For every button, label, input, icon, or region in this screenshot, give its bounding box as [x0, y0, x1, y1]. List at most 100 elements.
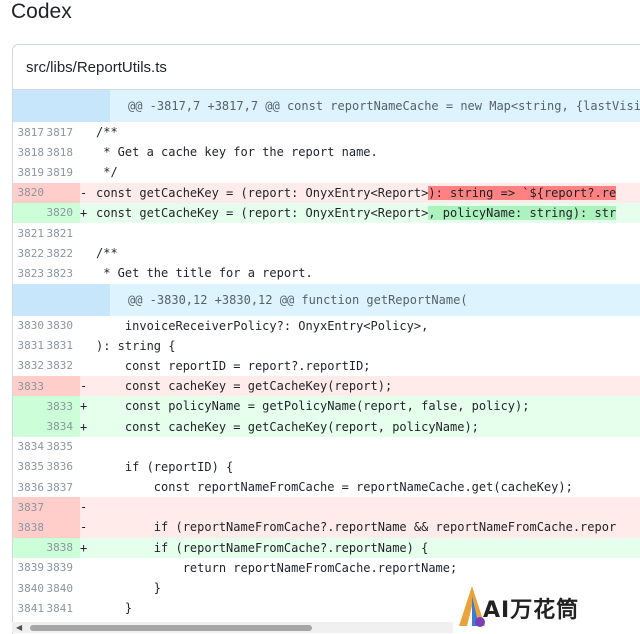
- code-text: if (reportNameFromCache?.reportName) {: [96, 540, 429, 555]
- diff-panel: src/libs/ReportUtils.ts @@ -3817,7 +3817…: [12, 44, 640, 634]
- old-line-number: 3820: [17, 186, 45, 200]
- line-number-gutter: 3838: [13, 517, 80, 538]
- old-line-number: 3817: [17, 125, 45, 139]
- line-number-gutter: 3840 3840: [13, 577, 80, 599]
- new-line-number: 3818: [46, 145, 74, 159]
- diff-sign: -: [80, 500, 88, 515]
- context-line-row[interactable]: 3836 3837 const reportNameFromCache = rep…: [13, 477, 640, 498]
- watermark-logo: AI万花筒: [453, 580, 640, 633]
- code-text: const reportID = report?.reportID;: [96, 358, 371, 373]
- new-line-number: 3817: [46, 125, 74, 139]
- code-text: const getCacheKey = (report: OnyxEntry<R…: [96, 185, 429, 200]
- deleted-line-row[interactable]: 3838 - if (reportNameFromCache?.reportNam…: [13, 517, 640, 538]
- added-line-row[interactable]: 3838 + if (reportNameFromCache?.reportNam…: [13, 537, 640, 558]
- line-number-gutter: 3821 3821: [13, 222, 80, 244]
- old-line-number: 3821: [17, 226, 45, 240]
- hunk-header-text: @@ -3817,7 +3817,7 @@ const reportNameCa…: [128, 99, 640, 113]
- changed-segment: ): string => `${report?.re: [428, 185, 617, 200]
- new-line-number: 3820: [46, 206, 74, 220]
- code-text: invoiceReceiverPolicy?: OnyxEntry<Policy…: [96, 318, 429, 333]
- line-number-gutter: 3841 3841: [13, 598, 80, 619]
- deleted-line-row[interactable]: 3837 -: [13, 497, 640, 518]
- scroll-left-arrow-icon[interactable]: ◀: [16, 623, 22, 632]
- old-line-number: 3819: [17, 165, 45, 179]
- new-line-number: 3830: [46, 319, 74, 333]
- line-number-gutter: 3819 3819: [13, 162, 80, 183]
- diff-sign: +: [80, 399, 88, 414]
- new-line-number: 3834: [46, 420, 74, 434]
- code-text: const reportNameFromCache = reportNameCa…: [96, 480, 573, 495]
- old-line-number: 3834: [17, 440, 45, 454]
- context-line-row[interactable]: 3823 3823 * Get the title for a report.: [13, 263, 640, 284]
- code-text: return reportNameFromCache.reportName;: [96, 560, 458, 575]
- watermark-text: AI万花筒: [483, 598, 580, 623]
- context-line-row[interactable]: 3818 3818 * Get a cache key for the repor…: [13, 142, 640, 163]
- old-line-number: 3832: [17, 359, 45, 373]
- context-line-row[interactable]: 3819 3819 */: [13, 162, 640, 183]
- context-line-row[interactable]: 3822 3822 /**: [13, 243, 640, 264]
- new-line-number: 3841: [46, 601, 74, 615]
- context-line-row[interactable]: 3830 3830 invoiceReceiverPolicy?: OnyxEnt…: [13, 315, 640, 336]
- line-number-gutter: 3839 3839: [13, 557, 80, 578]
- code-text: const cacheKey = getCacheKey(report);: [96, 379, 393, 394]
- old-line-number: 3818: [17, 145, 45, 159]
- context-line-row[interactable]: 3831 3831 ): string {: [13, 335, 640, 356]
- new-line-number: 3835: [46, 440, 74, 454]
- old-line-number: 3830: [17, 319, 45, 333]
- scroll-thumb[interactable]: [30, 625, 312, 631]
- old-line-number: 3835: [17, 460, 45, 474]
- line-number-gutter: 3836 3837: [13, 477, 80, 498]
- code-text: if (reportNameFromCache?.reportName && r…: [96, 520, 617, 535]
- line-number-gutter: 3833: [13, 396, 80, 417]
- old-line-number: 3837: [17, 500, 45, 514]
- line-number-gutter: 3820: [13, 182, 80, 203]
- line-number-gutter: 3820: [13, 202, 80, 223]
- changed-segment: , policyName: string): str: [428, 205, 617, 220]
- code-text: }: [96, 581, 162, 596]
- context-line-row[interactable]: 3821 3821: [13, 222, 640, 244]
- line-number-gutter: [13, 283, 110, 316]
- new-line-number: 3838: [46, 541, 74, 555]
- line-number-gutter: 3833: [13, 376, 80, 397]
- new-line-number: 3821: [46, 226, 74, 240]
- diff-sign: -: [80, 185, 88, 200]
- line-number-gutter: [13, 90, 110, 122]
- context-line-row[interactable]: 3834 3835: [13, 436, 640, 457]
- context-line-row[interactable]: 3835 3836 if (reportID) {: [13, 456, 640, 477]
- diff-view[interactable]: @@ -3817,7 +3817,7 @@ const reportNameCa…: [13, 90, 640, 619]
- new-line-number: 3837: [46, 480, 74, 494]
- deleted-line-row[interactable]: 3833 - const cacheKey = getCacheKey(repor…: [13, 376, 640, 397]
- code-text: const cacheKey = getCacheKey(report, pol…: [96, 419, 479, 434]
- code-text: }: [96, 601, 133, 616]
- hunk-header-row[interactable]: @@ -3817,7 +3817,7 @@ const reportNameCa…: [13, 90, 640, 122]
- added-line-row[interactable]: 3834 + const cacheKey = getCacheKey(repor…: [13, 416, 640, 437]
- code-text: * Get a cache key for the report name.: [96, 145, 378, 160]
- hunk-header-row[interactable]: @@ -3830,12 +3830,12 @@ function getRepo…: [13, 283, 640, 316]
- context-line-row[interactable]: 3817 3817 /**: [13, 122, 640, 143]
- code-text: /**: [96, 125, 118, 140]
- old-line-number: 3822: [17, 246, 45, 260]
- line-number-gutter: 3818 3818: [13, 142, 80, 163]
- context-line-row[interactable]: 3832 3832 const reportID = report?.report…: [13, 355, 640, 377]
- new-line-number: 3822: [46, 246, 74, 260]
- context-line-row[interactable]: 3839 3839 return reportNameFromCache.repo…: [13, 557, 640, 578]
- old-line-number: 3836: [17, 480, 45, 494]
- line-number-gutter: 3823 3823: [13, 263, 80, 284]
- line-number-gutter: 3831 3831: [13, 335, 80, 356]
- line-number-gutter: 3835 3836: [13, 456, 80, 477]
- deleted-line-row[interactable]: 3820 - const getCacheKey = (report: OnyxEn…: [13, 182, 640, 203]
- line-number-gutter: 3832 3832: [13, 355, 80, 377]
- added-line-row[interactable]: 3820 + const getCacheKey = (report: OnyxEn…: [13, 202, 640, 223]
- hunk-header-text: @@ -3830,12 +3830,12 @@ function getRepo…: [128, 292, 468, 307]
- new-line-number: 3823: [46, 266, 74, 280]
- new-line-number: 3831: [46, 339, 74, 353]
- old-line-number: 3823: [17, 266, 45, 280]
- new-line-number: 3839: [46, 561, 74, 575]
- new-line-number: 3819: [46, 165, 74, 179]
- diff-sign: -: [80, 520, 88, 535]
- line-number-gutter: 3830 3830: [13, 315, 80, 336]
- file-path-header[interactable]: src/libs/ReportUtils.ts: [13, 45, 640, 90]
- added-line-row[interactable]: 3833 + const policyName = getPolicyName(r…: [13, 396, 640, 417]
- code-text: ): string {: [96, 338, 176, 353]
- new-line-number: 3833: [46, 399, 74, 413]
